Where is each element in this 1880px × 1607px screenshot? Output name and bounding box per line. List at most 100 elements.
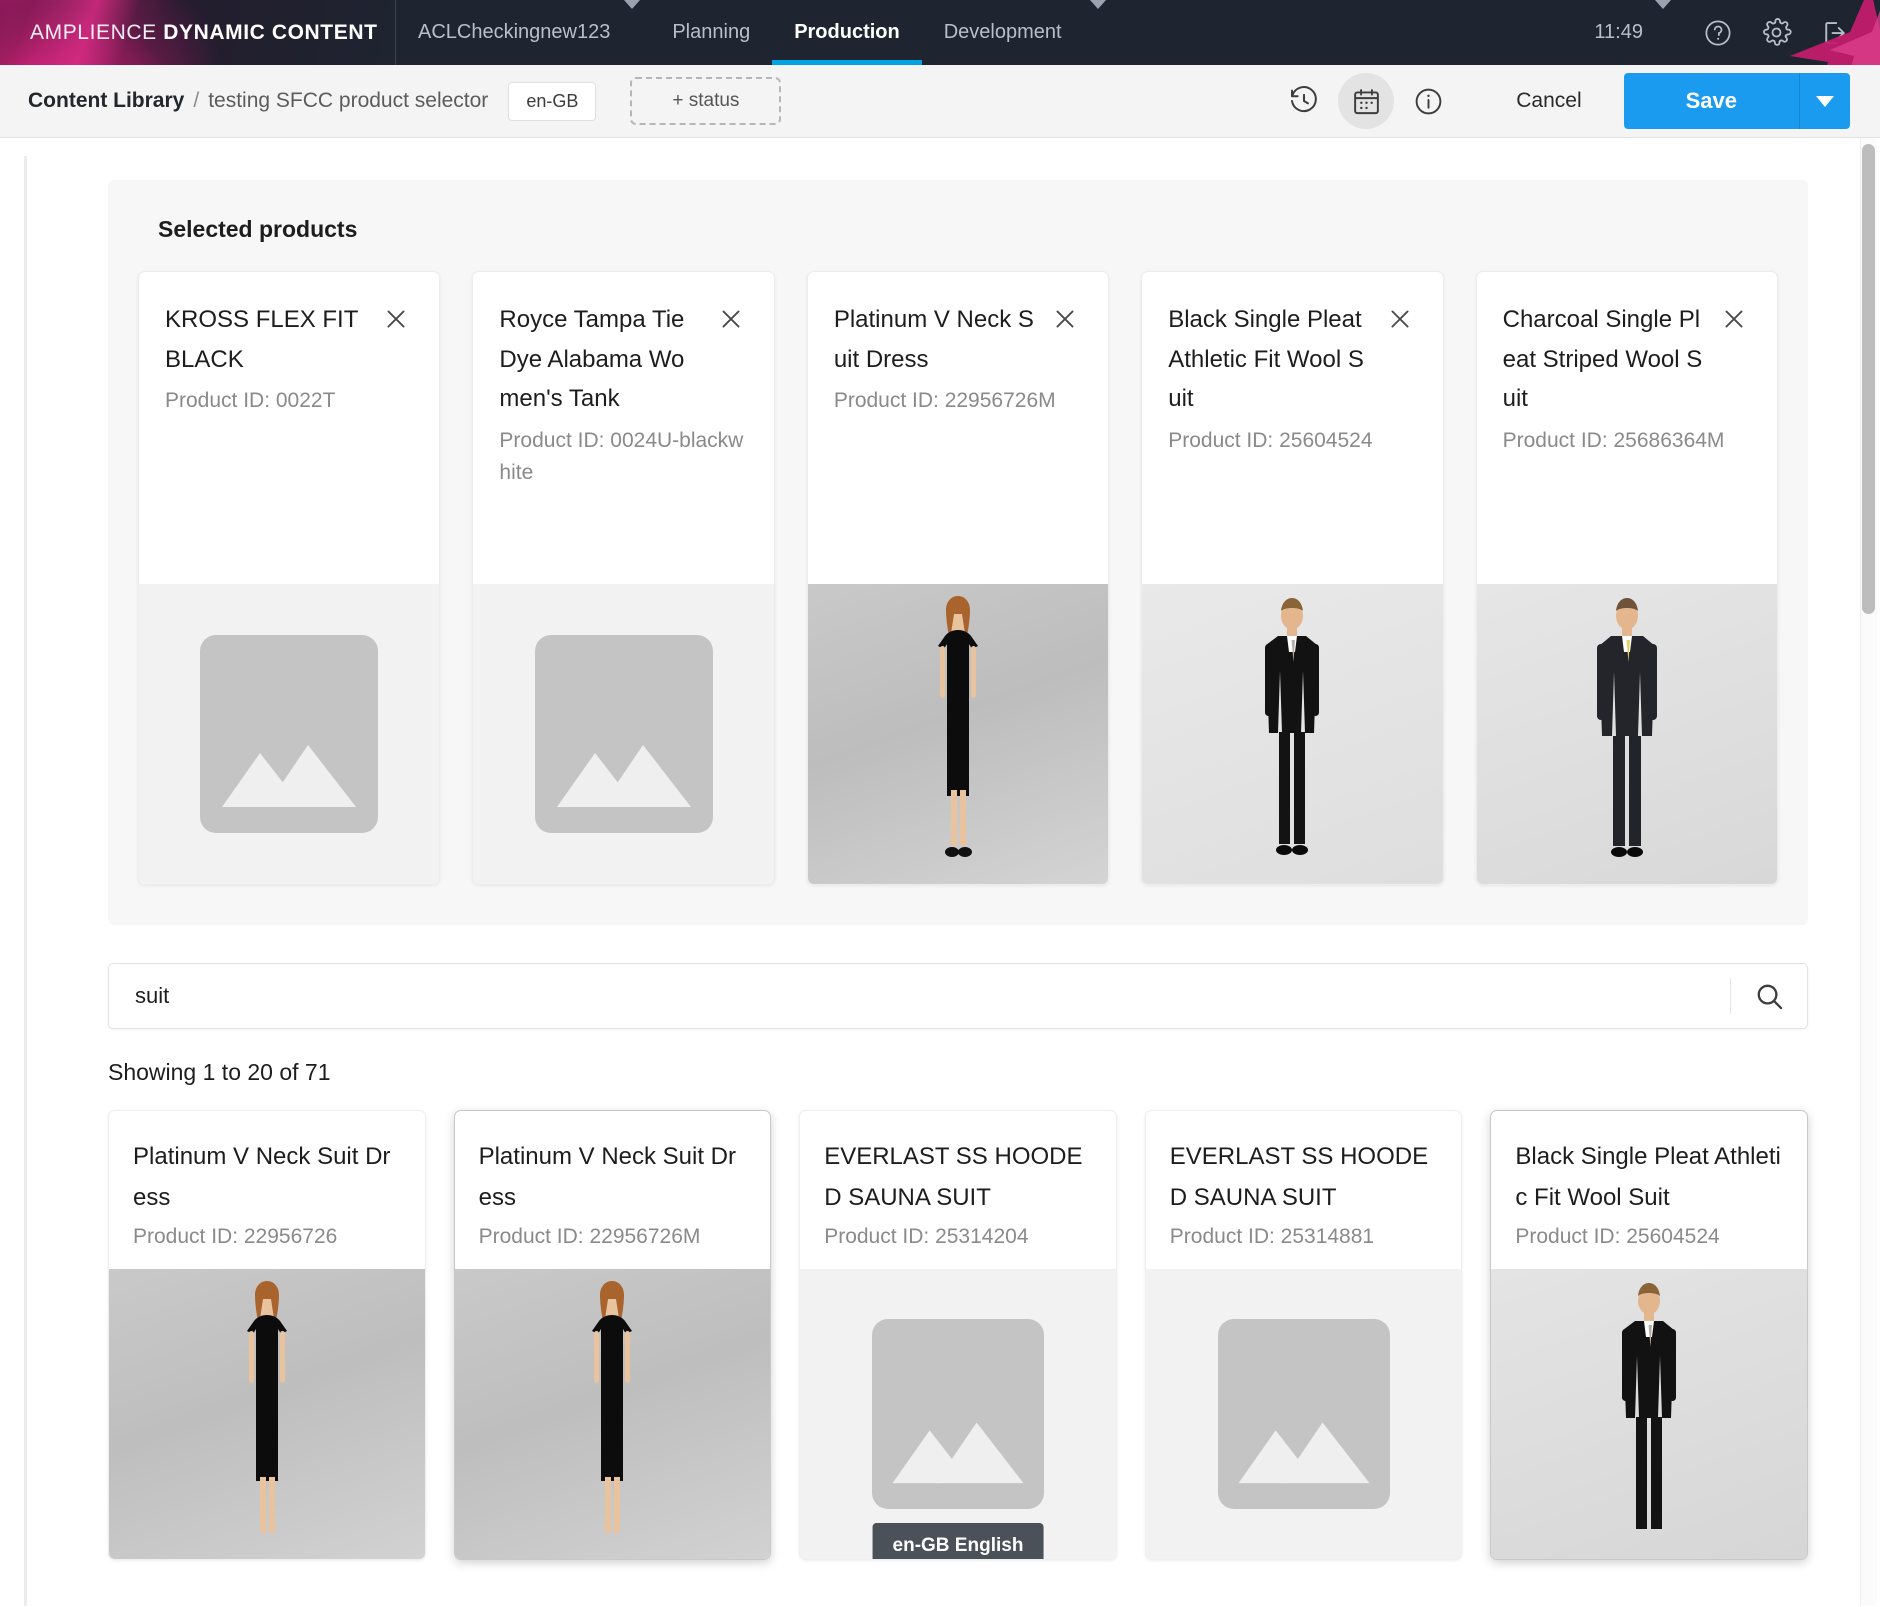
locale-chip[interactable]: en-GB (508, 81, 597, 121)
selected-product-card-header: Royce Tampa Tie Dye Alabama Women's Tank (499, 300, 747, 419)
result-card-body: Black Single Pleat Athletic Fit Wool Sui… (1491, 1111, 1807, 1269)
nav-account-selector[interactable]: ACLCheckingnew123 (396, 0, 618, 65)
nav-icon-group (1681, 0, 1880, 65)
breadcrumb-current-item: testing SFCC product selector (208, 89, 489, 112)
logout-icon[interactable] (1820, 18, 1850, 48)
search-results-grid: Platinum V Neck Suit Dress Product ID: 2… (108, 1110, 1808, 1560)
gear-icon[interactable] (1761, 17, 1792, 48)
save-button-group: Save (1623, 73, 1850, 129)
nav-tab-planning[interactable]: Planning (650, 0, 772, 65)
selected-product-card[interactable]: Platinum V Neck Suit Dress Product ID: 2… (806, 271, 1110, 885)
nav-time-chevron-down-icon[interactable] (1655, 0, 1671, 9)
cancel-button[interactable]: Cancel (1516, 89, 1581, 113)
woman-black-dress-photo (938, 596, 979, 857)
nav-items: ACLCheckingnew123 Planning Production De… (396, 0, 1880, 65)
selected-product-card[interactable]: Charcoal Single Pleat Striped Wool Suit … (1475, 271, 1779, 885)
toolbar-icon-group (1276, 73, 1456, 129)
result-product-image (1145, 1268, 1462, 1559)
result-product-card[interactable]: EVERLAST SS HOODED SAUNA SUIT Product ID… (1144, 1110, 1463, 1560)
close-icon[interactable] (714, 302, 748, 336)
selected-product-id: Product ID: 22956726M (833, 389, 1056, 413)
image-placeholder-icon (200, 635, 379, 833)
selected-products-grid: KROSS FLEX FIT BLACK Product ID: 0022T R… (138, 271, 1779, 885)
nav-tab-planning-label: Planning (672, 21, 751, 43)
vertical-scrollbar[interactable] (1860, 138, 1877, 1606)
selected-product-image (1142, 584, 1443, 884)
close-icon[interactable] (1717, 302, 1751, 336)
man-charcoal-suit-photo (1596, 598, 1657, 857)
nav-development-chevron-down-icon[interactable] (1089, 0, 1106, 9)
add-status-button[interactable]: + status (630, 77, 782, 125)
result-product-image: en-GB English (800, 1268, 1116, 1559)
selected-product-card-header: Charcoal Single Pleat Striped Wool Suit (1503, 300, 1751, 419)
result-product-name: EVERLAST SS HOODED SAUNA SUIT (1169, 1143, 1429, 1211)
logo-text: AMPLIENCE DYNAMIC CONTENT (30, 21, 378, 45)
result-product-id: Product ID: 22956726M (478, 1224, 701, 1248)
scrollbar-thumb[interactable] (1862, 144, 1875, 614)
result-product-name: Black Single Pleat Athletic Fit Wool Sui… (1515, 1143, 1781, 1211)
selected-product-card-body: KROSS FLEX FIT BLACK Product ID: 0022T (139, 272, 439, 584)
selected-product-card-header: KROSS FLEX FIT BLACK (165, 300, 413, 379)
top-navigation-bar: AMPLIENCE DYNAMIC CONTENT ACLCheckingnew… (0, 0, 1880, 65)
selected-product-card-body: Platinum V Neck Suit Dress Product ID: 2… (808, 272, 1108, 584)
logo-text-bold: DYNAMIC CONTENT (163, 20, 378, 44)
image-placeholder-icon (534, 635, 713, 833)
product-search-bar (108, 963, 1808, 1029)
result-product-image (454, 1268, 771, 1559)
woman-black-dress-photo (246, 1280, 287, 1533)
nav-tab-development[interactable]: Development (922, 0, 1084, 65)
save-button[interactable]: Save (1623, 73, 1800, 129)
history-icon[interactable] (1276, 73, 1332, 129)
result-product-card[interactable]: EVERLAST SS HOODED SAUNA SUIT Product ID… (799, 1110, 1117, 1560)
result-product-id: Product ID: 25314204 (824, 1224, 1029, 1248)
selected-product-card-body: Royce Tampa Tie Dye Alabama Women's Tank… (473, 272, 773, 584)
selected-product-card-body: Black Single Pleat Athletic Fit Wool Sui… (1142, 272, 1442, 584)
result-card-body: EVERLAST SS HOODED SAUNA SUIT Product ID… (800, 1111, 1116, 1269)
results-count: Showing 1 to 20 of 71 (108, 1059, 331, 1085)
selected-product-name: Black Single Pleat Athletic Fit Wool Sui… (1168, 306, 1364, 413)
nav-time[interactable]: 11:49 (1576, 0, 1649, 65)
app-logo[interactable]: AMPLIENCE DYNAMIC CONTENT (0, 0, 396, 65)
content-toolbar: Content Library / testing SFCC product s… (0, 65, 1880, 138)
search-icon[interactable] (1731, 964, 1807, 1028)
result-product-id: Product ID: 25604524 (1515, 1224, 1720, 1248)
selected-product-card-header: Black Single Pleat Athletic Fit Wool Sui… (1168, 300, 1416, 419)
selected-product-image (807, 584, 1109, 884)
result-product-name: EVERLAST SS HOODED SAUNA SUIT (824, 1143, 1083, 1211)
result-product-id: Product ID: 25314881 (1169, 1224, 1375, 1248)
nav-account-chevron-down-icon[interactable] (624, 0, 641, 9)
nav-account-label: ACLCheckingnew123 (418, 21, 611, 43)
info-icon[interactable] (1400, 73, 1456, 129)
selected-product-name: KROSS FLEX FIT BLACK (165, 306, 358, 373)
nav-time-label: 11:49 (1594, 21, 1643, 43)
nav-tab-production[interactable]: Production (772, 0, 922, 65)
result-product-card[interactable]: Platinum V Neck Suit Dress Product ID: 2… (108, 1110, 426, 1560)
selected-product-id: Product ID: 0022T (165, 389, 336, 413)
page-body: Selected products KROSS FLEX FIT BLACK P… (0, 138, 1880, 1606)
save-options-chevron-down-icon[interactable] (1800, 73, 1850, 129)
close-icon[interactable] (1048, 302, 1082, 336)
image-placeholder-icon (871, 1318, 1044, 1509)
result-product-image (1491, 1268, 1807, 1559)
nav-tab-production-label: Production (794, 21, 900, 43)
calendar-icon[interactable] (1338, 73, 1395, 129)
result-product-card[interactable]: Platinum V Neck Suit Dress Product ID: 2… (453, 1110, 772, 1560)
selected-product-card[interactable]: Black Single Pleat Athletic Fit Wool Sui… (1141, 271, 1444, 885)
selected-product-id: Product ID: 25686364M (1502, 428, 1725, 452)
selected-product-card[interactable]: Royce Tampa Tie Dye Alabama Women's Tank… (472, 271, 775, 885)
woman-black-dress-photo (592, 1280, 633, 1533)
selected-product-card[interactable]: KROSS FLEX FIT BLACK Product ID: 0022T (138, 271, 441, 885)
image-placeholder-icon (1217, 1318, 1390, 1509)
close-icon[interactable] (379, 302, 413, 336)
selected-product-image (139, 584, 440, 884)
selected-products-panel: Selected products KROSS FLEX FIT BLACK P… (108, 180, 1808, 925)
help-icon[interactable] (1703, 18, 1733, 48)
selected-product-id: Product ID: 25604524 (1168, 428, 1373, 452)
selected-product-image (1476, 584, 1778, 884)
close-icon[interactable] (1383, 302, 1417, 336)
search-input[interactable] (109, 964, 1730, 1028)
result-product-image (109, 1268, 425, 1559)
breadcrumb-content-library[interactable]: Content Library (28, 89, 184, 113)
result-product-card[interactable]: Black Single Pleat Athletic Fit Wool Sui… (1490, 1110, 1808, 1560)
